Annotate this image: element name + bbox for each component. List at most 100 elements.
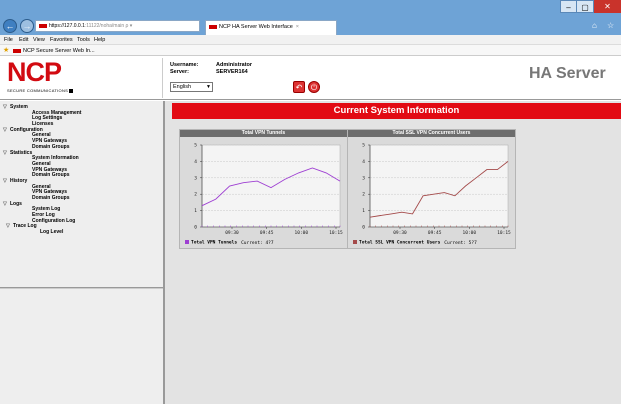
menu-edit[interactable]: Edit — [19, 36, 28, 44]
ncp-logo: NCP SECURE COMMUNICATIONS — [3, 58, 163, 98]
x-tick-label: 09:45 — [260, 230, 274, 236]
menu-favorites[interactable]: Favorites — [50, 36, 73, 44]
logo-wordmark: NCP — [7, 57, 62, 87]
user-info-values: Administrator SERVER164 — [216, 62, 252, 76]
y-tick-label: 2 — [194, 192, 197, 198]
logo-subtitle: SECURE COMMUNICATIONS — [7, 88, 74, 93]
chart-title: Total VPN Tunnels — [180, 130, 347, 137]
y-tick-label: 4 — [362, 159, 365, 165]
menu-view[interactable]: View — [33, 36, 45, 44]
navigation-tree: ▽ System Access Management Log Settings Lice… — [3, 104, 163, 236]
home-settings-icons[interactable]: ⌂ ☆ — [592, 21, 620, 30]
browser-navbar: ← → https://127.0.0.1:11122/noha/main ρ … — [0, 17, 621, 35]
sidebar-item-label: Logs — [10, 200, 22, 207]
favorites-star-icon[interactable]: ★ — [3, 46, 9, 55]
expand-toggle-icon[interactable]: ▽ — [3, 150, 10, 157]
legend-current: Current: 5?7 — [444, 240, 477, 246]
expand-toggle-icon[interactable]: ▽ — [3, 127, 10, 134]
ncp-favicon-icon — [39, 23, 47, 28]
page-title: Current System Information — [172, 103, 621, 119]
sidebar-item-label: Log Level — [40, 229, 64, 236]
x-tick-label: 09:45 — [428, 230, 442, 236]
main-content: Current System Information Total VPN Tun… — [165, 101, 621, 404]
server-label: Server: — [170, 69, 189, 75]
sidebar-item-label: Statistics — [10, 149, 33, 156]
y-tick-label: 5 — [194, 143, 197, 149]
favorite-link[interactable]: NCP Secure Server Web In... — [13, 47, 95, 55]
username-value: Administrator — [216, 62, 253, 68]
plot-area — [369, 144, 509, 228]
url-path: :11122/noha/main — [84, 23, 125, 29]
minimize-icon[interactable]: – — [560, 0, 577, 13]
language-select[interactable]: English ▼ — [170, 82, 213, 92]
maximize-icon[interactable]: ▢ — [577, 0, 594, 13]
sidebar-item-label: History — [10, 177, 28, 184]
x-tick-label: 10:15 — [329, 230, 343, 236]
sidebar-item-label: System — [10, 104, 28, 110]
ssl-users-chart-panel: Total SSL VPN Concurrent Users 0 1 2 3 4 5 09:… — [347, 129, 516, 249]
sidebar-item-label: Trace Log — [13, 223, 37, 230]
server-value: SERVER164 — [216, 69, 248, 75]
ssl-users-chart: 0 1 2 3 4 5 09:30 09:45 10:00 10:15 — [362, 143, 511, 237]
menu-help[interactable]: Help — [94, 36, 105, 44]
chart-title: Total SSL VPN Concurrent Users — [348, 130, 515, 137]
ncp-favicon-icon — [209, 24, 217, 29]
window-titlebar: – ▢ ✕ — [0, 0, 621, 17]
back-arrow-button[interactable]: ↶ — [293, 81, 305, 93]
address-bar[interactable]: https://127.0.0.1:11122/noha/main ρ ▾ — [35, 20, 200, 32]
x-tick-label: 10:15 — [497, 230, 511, 236]
sidebar-item-log-level[interactable]: Log Level — [3, 229, 163, 236]
search-dropdown-icon[interactable]: ρ ▾ — [126, 23, 133, 29]
y-tick-label: 5 — [362, 143, 365, 149]
chart-legend: Total VPN Tunnels Current: 4?7 — [185, 240, 274, 247]
x-tick-label: 10:00 — [295, 230, 309, 236]
expand-toggle-icon[interactable]: ▽ — [3, 104, 10, 111]
x-tick-label: 09:30 — [393, 230, 407, 236]
legend-series-name: Total VPN Tunnels — [191, 240, 238, 246]
y-tick-label: 1 — [194, 208, 197, 214]
tab-title: NCP HA Server Web Interface — [219, 24, 293, 30]
menu-tools[interactable]: Tools — [77, 36, 90, 44]
chevron-down-icon: ▼ — [206, 84, 211, 90]
navigation-sidebar: ▽ System Access Management Log Settings Lice… — [0, 101, 165, 404]
username-label: Username: — [170, 62, 199, 68]
x-tick-label: 10:00 — [463, 230, 477, 236]
legend-current: Current: 4?7 — [241, 240, 274, 246]
chart-legend: Total SSL VPN Concurrent Users Current: 5… — [353, 240, 477, 247]
vpn-tunnels-chart: 0 1 2 3 4 5 09:30 09:45 10:00 10:15 — [194, 143, 343, 237]
y-tick-label: 0 — [362, 225, 365, 231]
legend-series-name: Total SSL VPN Concurrent Users — [359, 240, 441, 246]
back-button[interactable]: ← — [3, 19, 17, 33]
favorite-link-label: NCP Secure Server Web In... — [23, 48, 95, 54]
product-name: HA Server — [529, 65, 606, 82]
user-info-labels: Username: Server: — [170, 62, 198, 76]
sidebar-item-label: Configuration Log — [32, 217, 76, 224]
expand-toggle-icon[interactable]: ▽ — [6, 224, 13, 230]
legend-swatch — [185, 240, 189, 244]
menu-bar: File Edit View Favorites Tools Help — [0, 35, 621, 45]
forward-button[interactable]: → — [20, 19, 34, 33]
ncp-favicon-icon — [13, 48, 21, 53]
plot-area — [201, 144, 341, 228]
language-value: English — [173, 84, 192, 90]
y-tick-label: 1 — [362, 208, 365, 214]
sidebar-item-label: Domain Groups — [32, 143, 70, 150]
y-tick-label: 4 — [194, 159, 197, 165]
sidebar-item-label: Domain Groups — [32, 172, 70, 179]
y-tick-label: 2 — [362, 192, 365, 198]
close-window-icon[interactable]: ✕ — [594, 0, 621, 13]
page-header: NCP SECURE COMMUNICATIONS Username: Serv… — [0, 56, 621, 100]
browser-tab[interactable]: NCP HA Server Web Interface × — [205, 20, 337, 35]
legend-swatch — [353, 240, 357, 244]
tab-close-icon[interactable]: × — [296, 24, 299, 30]
url-host: https://127.0.0.1 — [49, 23, 85, 29]
expand-toggle-icon[interactable]: ▽ — [3, 201, 10, 208]
sidebar-divider — [0, 287, 163, 289]
x-tick-label: 09:30 — [225, 230, 239, 236]
sidebar-item-label: Domain Groups — [32, 195, 70, 201]
expand-toggle-icon[interactable]: ▽ — [3, 178, 10, 185]
favorites-bar: ★ NCP Secure Server Web In... — [0, 45, 621, 56]
logout-button[interactable]: ⏻ — [308, 81, 320, 93]
vpn-tunnels-chart-panel: Total VPN Tunnels 0 1 2 3 4 5 09:30 09:45 10:00 1… — [179, 129, 348, 249]
menu-file[interactable]: File — [4, 36, 13, 44]
